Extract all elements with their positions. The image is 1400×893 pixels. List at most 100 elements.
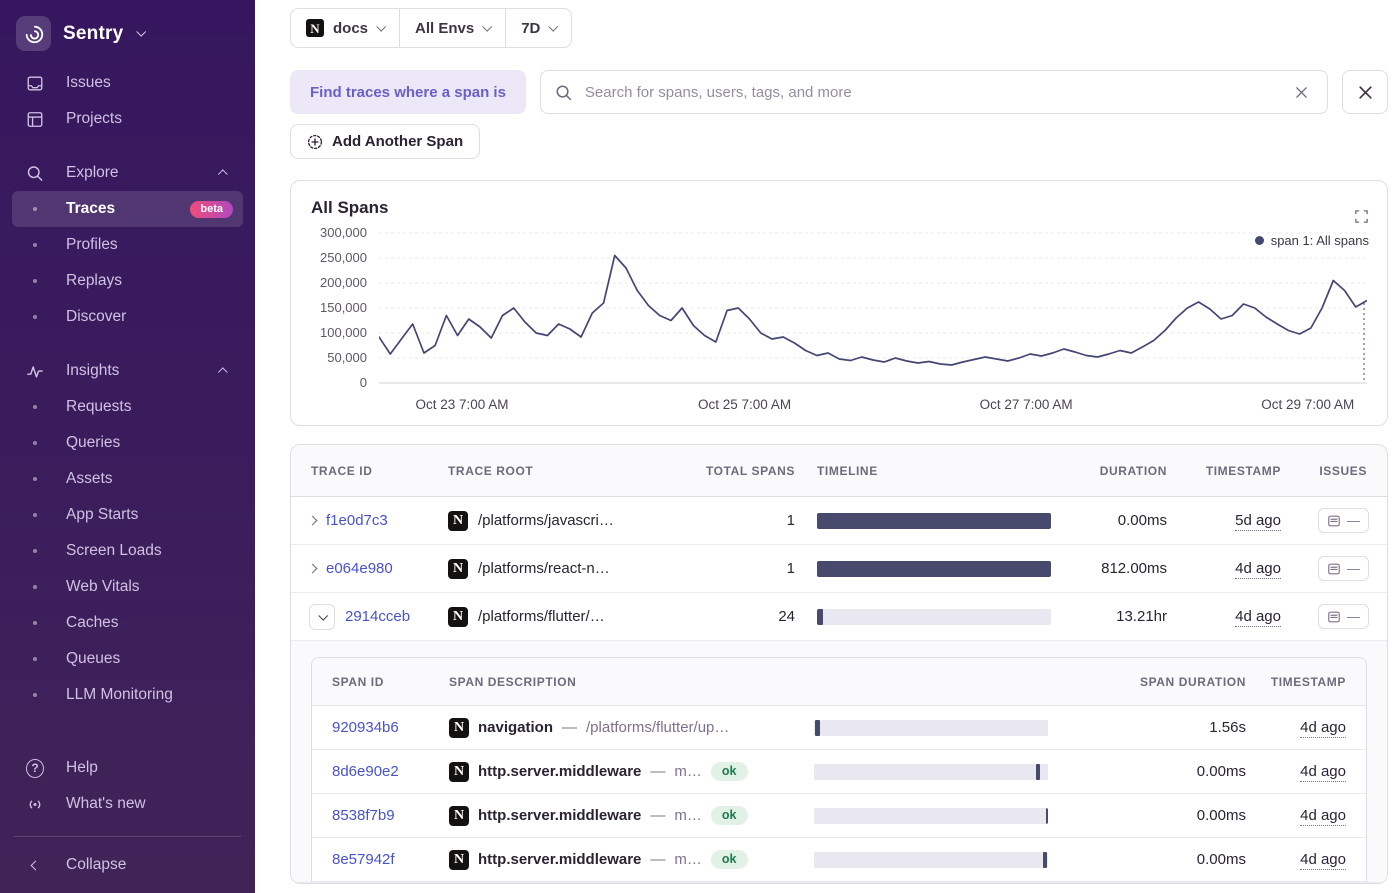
all-spans-chart-card: All Spans span 1: All spans 300,000 250,… <box>290 180 1388 426</box>
all-spans-series-line <box>379 256 1367 366</box>
sidebar-item-label: App Starts <box>66 506 138 524</box>
trace-id-link[interactable]: e064e980 <box>326 560 393 577</box>
column-header: DURATION <box>1059 464 1181 478</box>
status-badge: ok <box>711 762 748 781</box>
sidebar-item-profiles[interactable]: Profiles <box>12 227 243 263</box>
issues-chip[interactable]: — <box>1318 508 1369 533</box>
sidebar-item-projects[interactable]: Projects <box>12 101 243 137</box>
column-header: SPAN DESCRIPTION <box>449 675 806 689</box>
sidebar-item-replays[interactable]: Replays <box>12 263 243 299</box>
status-badge: ok <box>711 850 748 869</box>
span-id-link[interactable]: 8e57942f <box>332 851 395 868</box>
sidebar-item-screen-loads[interactable]: Screen Loads <box>12 533 243 569</box>
trace-root: /platforms/flutter/… <box>478 608 605 625</box>
sidebar-item-assets[interactable]: Assets <box>12 461 243 497</box>
trace-row[interactable]: 2914cceb N /platforms/flutter/… 24 13.21… <box>291 593 1387 641</box>
sidebar-item-app-starts[interactable]: App Starts <box>12 497 243 533</box>
timeline-track <box>814 720 1048 736</box>
bullet-icon <box>33 207 37 211</box>
bullet-icon <box>33 585 37 589</box>
sidebar-section-insights[interactable]: Insights <box>12 353 243 389</box>
timeline-track <box>814 808 1048 824</box>
sidebar-section-explore[interactable]: Explore <box>12 155 243 191</box>
y-tick: 200,000 <box>320 276 367 289</box>
sidebar-item-label: Collapse <box>66 856 126 874</box>
span-duration: 1.56s <box>1056 719 1246 736</box>
sidebar: Sentry Issues <box>0 0 255 893</box>
sidebar-item-label: Caches <box>66 614 119 632</box>
sidebar-item-label: Replays <box>66 272 122 290</box>
issues-chip[interactable]: — <box>1318 604 1369 629</box>
trace-id-link[interactable]: 2914cceb <box>345 608 410 625</box>
sidebar-section-label: Insights <box>66 362 119 380</box>
environment-filter[interactable]: All Envs <box>399 9 505 47</box>
collapse-row-button[interactable] <box>309 604 335 630</box>
span-search-input[interactable] <box>583 83 1279 102</box>
find-traces-label: Find traces where a span is <box>290 70 526 114</box>
sidebar-item-whats-new[interactable]: What's new <box>12 786 243 822</box>
divider <box>14 836 241 837</box>
chevron-down-icon <box>376 21 386 31</box>
timestamp[interactable]: 4d ago <box>1235 608 1281 627</box>
project-filter[interactable]: N docs <box>291 9 399 47</box>
column-header: TIMESTAMP <box>1181 464 1281 478</box>
trace-row[interactable]: f1e0d7c3 N /platforms/javascri… 1 0.00ms… <box>291 497 1387 545</box>
span-row[interactable]: 8e57942f N http.server.middleware — m… o… <box>312 838 1366 882</box>
sidebar-item-caches[interactable]: Caches <box>12 605 243 641</box>
environment-filter-value: All Envs <box>415 20 474 37</box>
issues-count: — <box>1347 513 1360 528</box>
org-switcher[interactable]: Sentry <box>12 12 243 65</box>
timestamp[interactable]: 5d ago <box>1235 512 1281 531</box>
sidebar-item-queues[interactable]: Queues <box>12 641 243 677</box>
x-tick: Oct 23 7:00 AM <box>415 397 508 412</box>
span-description: /platforms/flutter/up… <box>586 719 729 736</box>
y-tick: 0 <box>360 376 367 389</box>
bullet-icon <box>33 315 37 319</box>
sidebar-item-label: Projects <box>66 110 122 128</box>
bullet-icon <box>33 405 37 409</box>
sidebar-item-llm-monitoring[interactable]: LLM Monitoring <box>12 677 243 713</box>
sidebar-item-issues[interactable]: Issues <box>12 65 243 101</box>
date-range-filter[interactable]: 7D <box>505 9 571 47</box>
timestamp[interactable]: 4d ago <box>1300 763 1346 782</box>
add-another-span-button[interactable]: Add Another Span <box>290 124 480 159</box>
trace-row[interactable]: e064e980 N /platforms/react-n… 1 812.00m… <box>291 545 1387 593</box>
chevron-down-icon <box>137 27 147 37</box>
sidebar-item-help[interactable]: ? Help <box>12 750 243 786</box>
timestamp[interactable]: 4d ago <box>1300 851 1346 870</box>
timestamp[interactable]: 4d ago <box>1300 807 1346 826</box>
fullscreen-icon <box>1354 209 1369 224</box>
span-id-link[interactable]: 920934b6 <box>332 719 399 736</box>
span-row[interactable]: 8538f7b9 N http.server.middleware — m… o… <box>312 794 1366 838</box>
timestamp[interactable]: 4d ago <box>1235 560 1281 579</box>
span-duration: 0.00ms <box>1056 807 1246 824</box>
sidebar-item-traces[interactable]: Traces beta <box>12 191 243 227</box>
span-id-link[interactable]: 8538f7b9 <box>332 807 395 824</box>
span-row[interactable]: 8d6e90e2 N http.server.middleware — m… o… <box>312 750 1366 794</box>
total-spans: 24 <box>699 608 809 625</box>
expand-chart-button[interactable] <box>1352 207 1371 226</box>
sidebar-item-web-vitals[interactable]: Web Vitals <box>12 569 243 605</box>
span-search-box[interactable] <box>540 70 1328 114</box>
projects-icon <box>26 110 44 129</box>
span-row[interactable]: 920934b6 N navigation — /platforms/flutt… <box>312 706 1366 750</box>
clear-search-button[interactable] <box>1290 81 1313 104</box>
issues-chip[interactable]: — <box>1318 556 1369 581</box>
remove-span-row-button[interactable] <box>1342 70 1388 114</box>
sidebar-item-label: Profiles <box>66 236 118 254</box>
bullet-icon <box>33 441 37 445</box>
trace-id-link[interactable]: f1e0d7c3 <box>326 512 388 529</box>
sidebar-collapse-button[interactable]: Collapse <box>12 847 243 883</box>
app: Sentry Issues <box>0 0 1400 893</box>
chevron-down-icon <box>482 21 492 31</box>
chevron-down-icon <box>318 611 328 621</box>
sidebar-item-discover[interactable]: Discover <box>12 299 243 335</box>
sidebar-item-requests[interactable]: Requests <box>12 389 243 425</box>
sidebar-item-queries[interactable]: Queries <box>12 425 243 461</box>
span-id-link[interactable]: 8d6e90e2 <box>332 763 399 780</box>
expand-row-icon[interactable] <box>308 564 318 574</box>
timestamp[interactable]: 4d ago <box>1300 719 1346 738</box>
sidebar-item-label: Issues <box>66 74 111 92</box>
trace-duration: 13.21hr <box>1059 608 1181 625</box>
expand-row-icon[interactable] <box>308 516 318 526</box>
